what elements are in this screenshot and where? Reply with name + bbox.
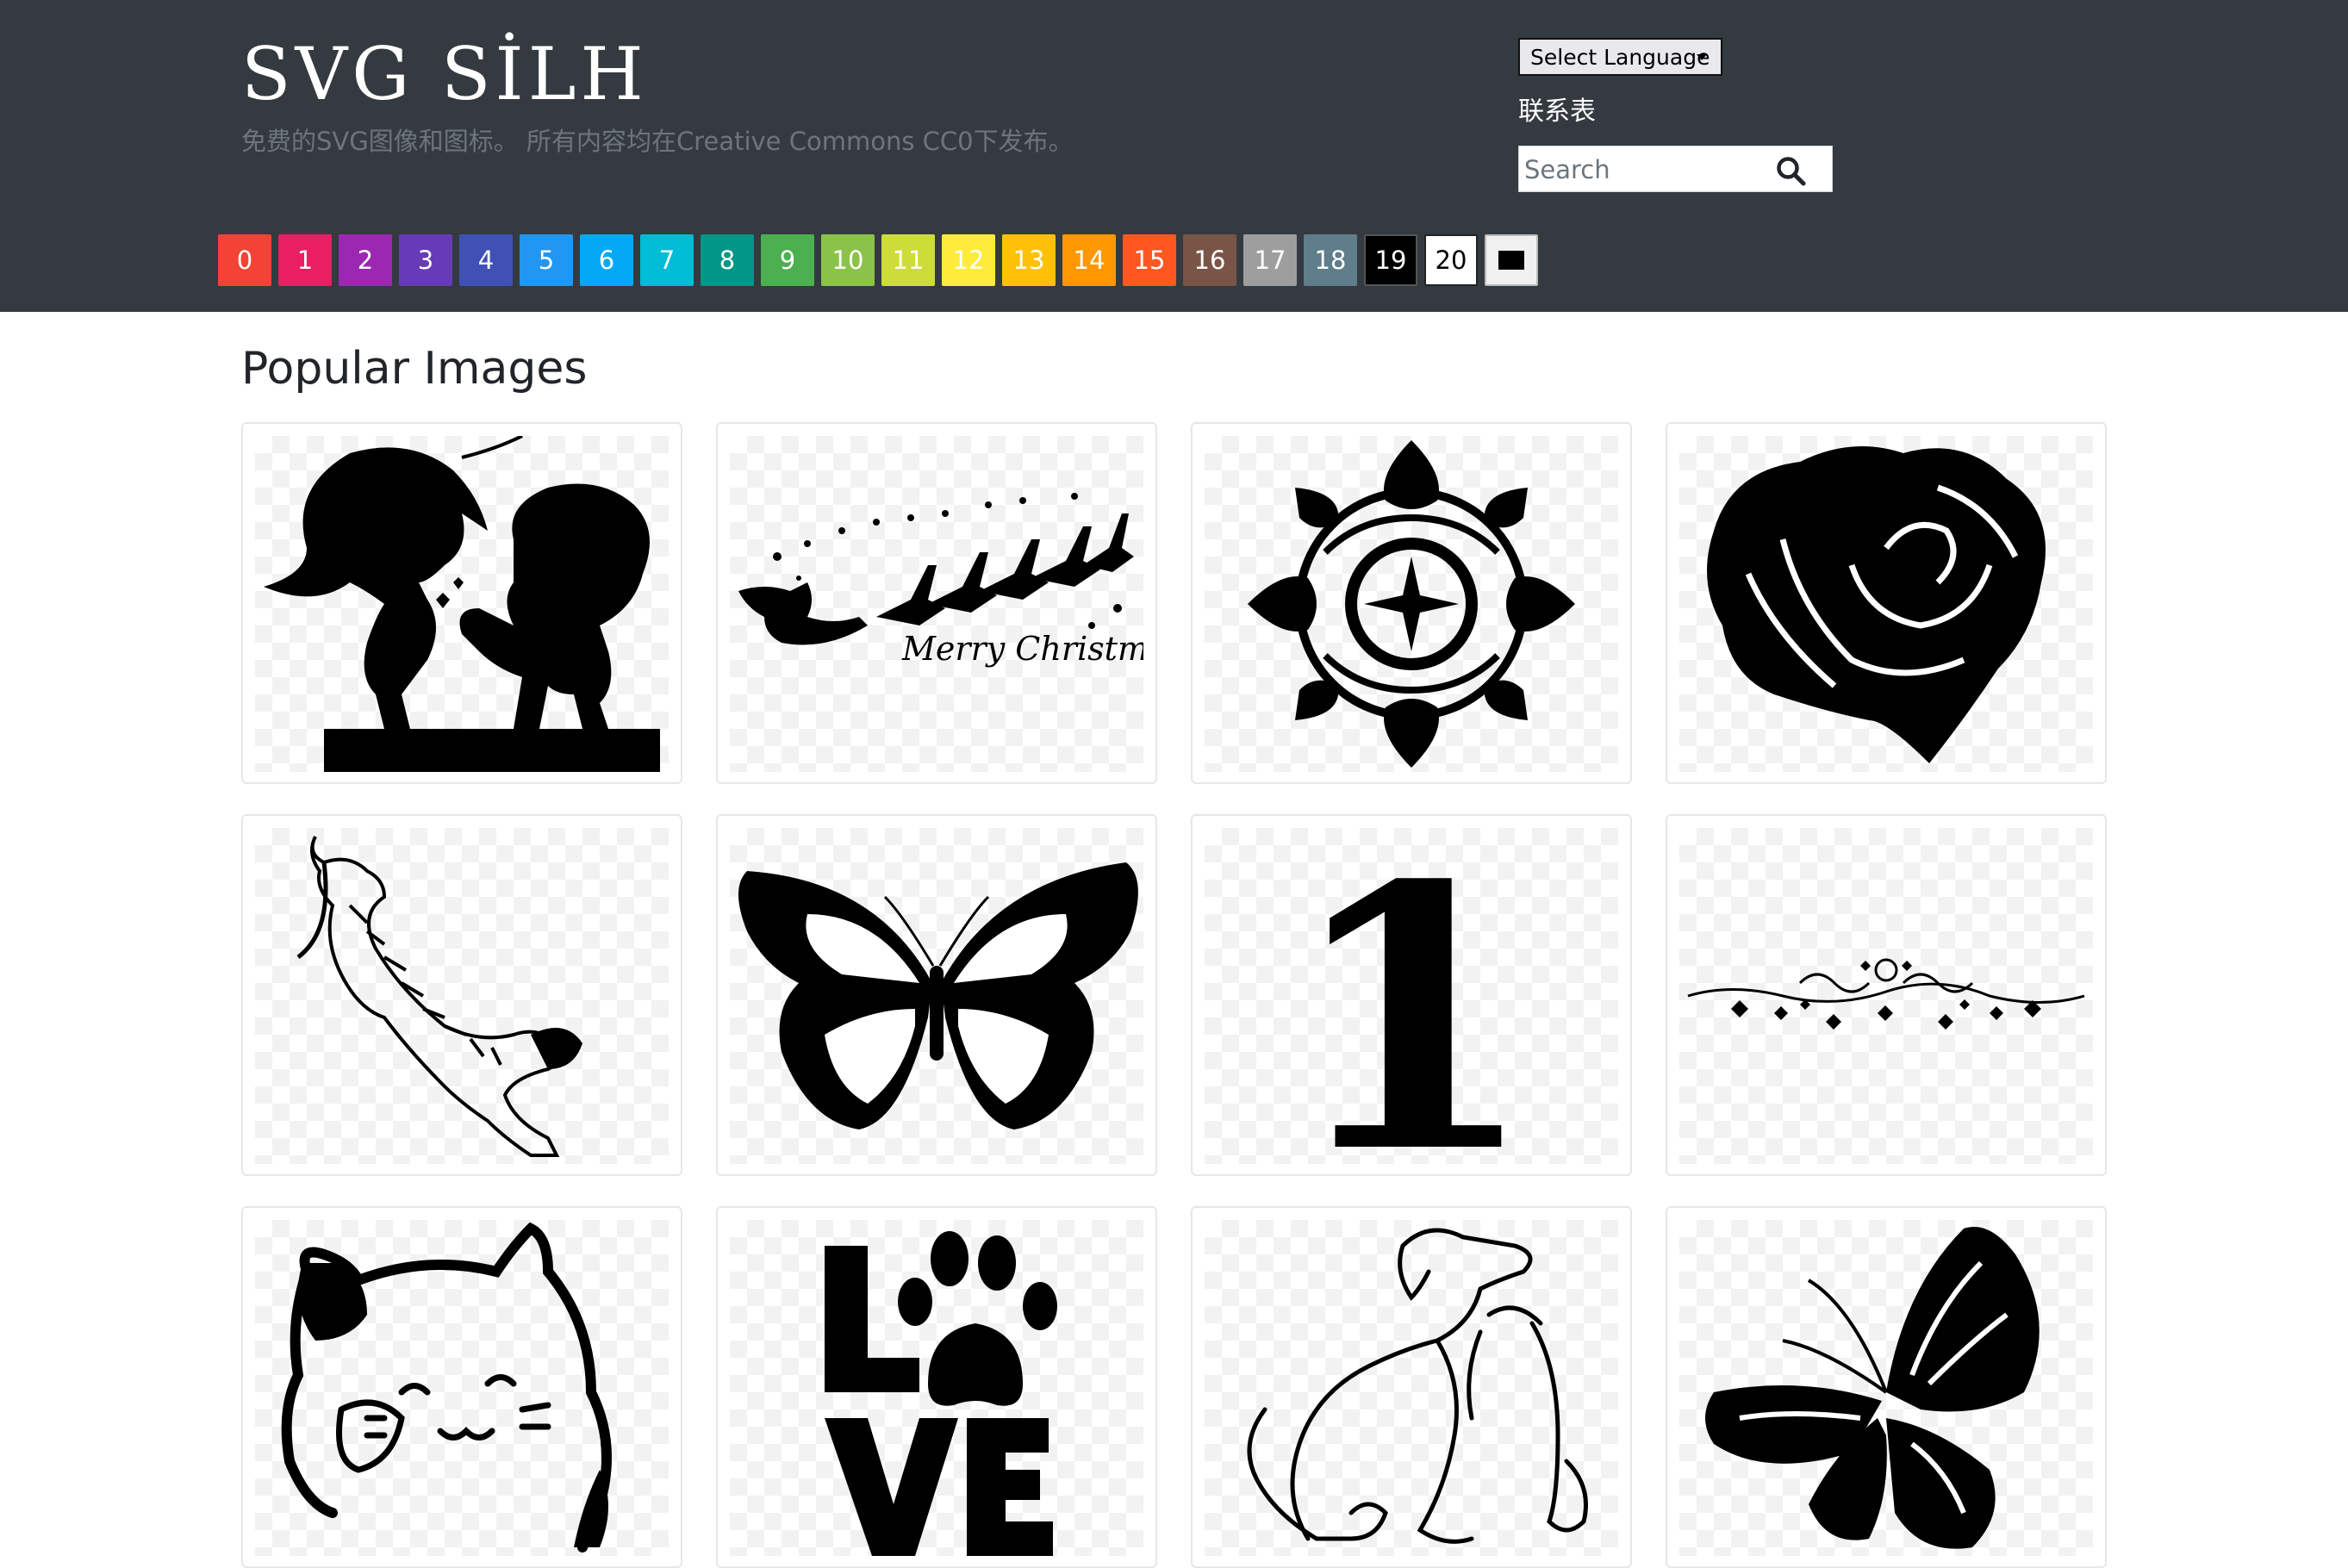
rose-image: [1707, 446, 2046, 763]
color-filter-16[interactable]: 16: [1183, 234, 1236, 286]
image-thumbnail: [730, 1220, 1143, 1556]
image-card[interactable]: [1666, 422, 2107, 784]
image-card[interactable]: [1191, 1206, 1632, 1568]
image-thumbnail: [255, 436, 669, 772]
color-filter-12[interactable]: 12: [942, 234, 995, 286]
color-filter-black-icon-swatch[interactable]: [1485, 234, 1538, 286]
site-header: SVG SİLH 免费的SVG图像和图标。 所有内容均在Creative Com…: [0, 0, 2348, 312]
black-square-icon: [1498, 251, 1524, 270]
image-thumbnail: [255, 1220, 669, 1556]
color-filter-6[interactable]: 6: [580, 234, 633, 286]
image-thumbnail: [1679, 436, 2093, 772]
language-select-label: Select Language: [1530, 44, 1710, 70]
image-card[interactable]: Merry Christmas: [716, 422, 1157, 784]
color-filter-14[interactable]: 14: [1062, 234, 1116, 286]
image-thumbnail: [255, 828, 669, 1164]
color-filter-0[interactable]: 0: [218, 234, 271, 286]
color-filter-10[interactable]: 10: [821, 234, 875, 286]
image-card[interactable]: [1191, 422, 1632, 784]
image-card[interactable]: [241, 422, 682, 784]
search-form: [1518, 146, 1833, 192]
color-filter-2[interactable]: 2: [339, 234, 392, 286]
search-icon[interactable]: [1775, 155, 1806, 186]
love-paw-image: [825, 1231, 1057, 1556]
site-subtitle: 免费的SVG图像和图标。 所有内容均在Creative Commons CC0下…: [241, 127, 1074, 156]
color-filter-5[interactable]: 5: [520, 234, 573, 286]
color-filter-1[interactable]: 1: [278, 234, 332, 286]
image-card[interactable]: [1666, 814, 2107, 1176]
floral-divider-image: [1687, 958, 2085, 1030]
image-card[interactable]: [241, 814, 682, 1176]
image-caption: 1: [1286, 828, 1537, 1164]
image-card[interactable]: [1666, 1206, 2107, 1568]
language-select[interactable]: Select Language: [1518, 38, 1722, 76]
color-filter-17[interactable]: 17: [1243, 234, 1297, 286]
search-input[interactable]: [1523, 152, 1767, 188]
site-title[interactable]: SVG SİLH: [241, 31, 648, 117]
color-filter-15[interactable]: 15: [1123, 234, 1176, 286]
color-filter-11[interactable]: 11: [881, 234, 935, 286]
color-filter-7[interactable]: 7: [640, 234, 694, 286]
color-filter-9[interactable]: 9: [761, 234, 814, 286]
image-thumbnail: [730, 828, 1143, 1164]
image-thumbnail: Merry Christmas: [730, 436, 1143, 772]
butterfly-silhouette-image: [1705, 1227, 2040, 1549]
image-card[interactable]: 1: [1191, 814, 1632, 1176]
image-thumbnail: 1: [1205, 828, 1618, 1164]
image-thumbnail: [1205, 436, 1618, 772]
image-thumbnail: [1205, 1220, 1618, 1556]
color-filter-19[interactable]: 19: [1364, 234, 1417, 286]
chevron-down-icon: [1697, 54, 1707, 60]
section-title: Popular Images: [241, 343, 588, 395]
kissing-kids-image: [264, 436, 660, 772]
color-filter-8[interactable]: 8: [701, 234, 754, 286]
image-thumbnail: [1679, 1220, 2093, 1556]
color-filter-4[interactable]: 4: [459, 234, 513, 286]
color-filter-13[interactable]: 13: [1002, 234, 1056, 286]
color-filter-3[interactable]: 3: [399, 234, 452, 286]
tiger-image: [296, 836, 582, 1157]
image-card[interactable]: [716, 814, 1157, 1176]
monarch-butterfly-image: [738, 862, 1138, 1129]
santa-sleigh-image: Merry Christmas: [738, 493, 1143, 668]
image-caption: Merry Christmas: [901, 630, 1143, 668]
lucky-cat-image: [281, 1222, 612, 1552]
image-card[interactable]: [716, 1206, 1157, 1568]
color-filter-18[interactable]: 18: [1304, 234, 1357, 286]
image-card[interactable]: [241, 1206, 682, 1568]
mandala-image: [1248, 440, 1575, 768]
contact-form-link[interactable]: 联系表: [1518, 93, 1596, 131]
dog-line-art-image: [1247, 1228, 1588, 1544]
color-filter-20[interactable]: 20: [1424, 234, 1478, 286]
number-one-image: 1: [1286, 828, 1537, 1164]
image-thumbnail: [1679, 828, 2093, 1164]
